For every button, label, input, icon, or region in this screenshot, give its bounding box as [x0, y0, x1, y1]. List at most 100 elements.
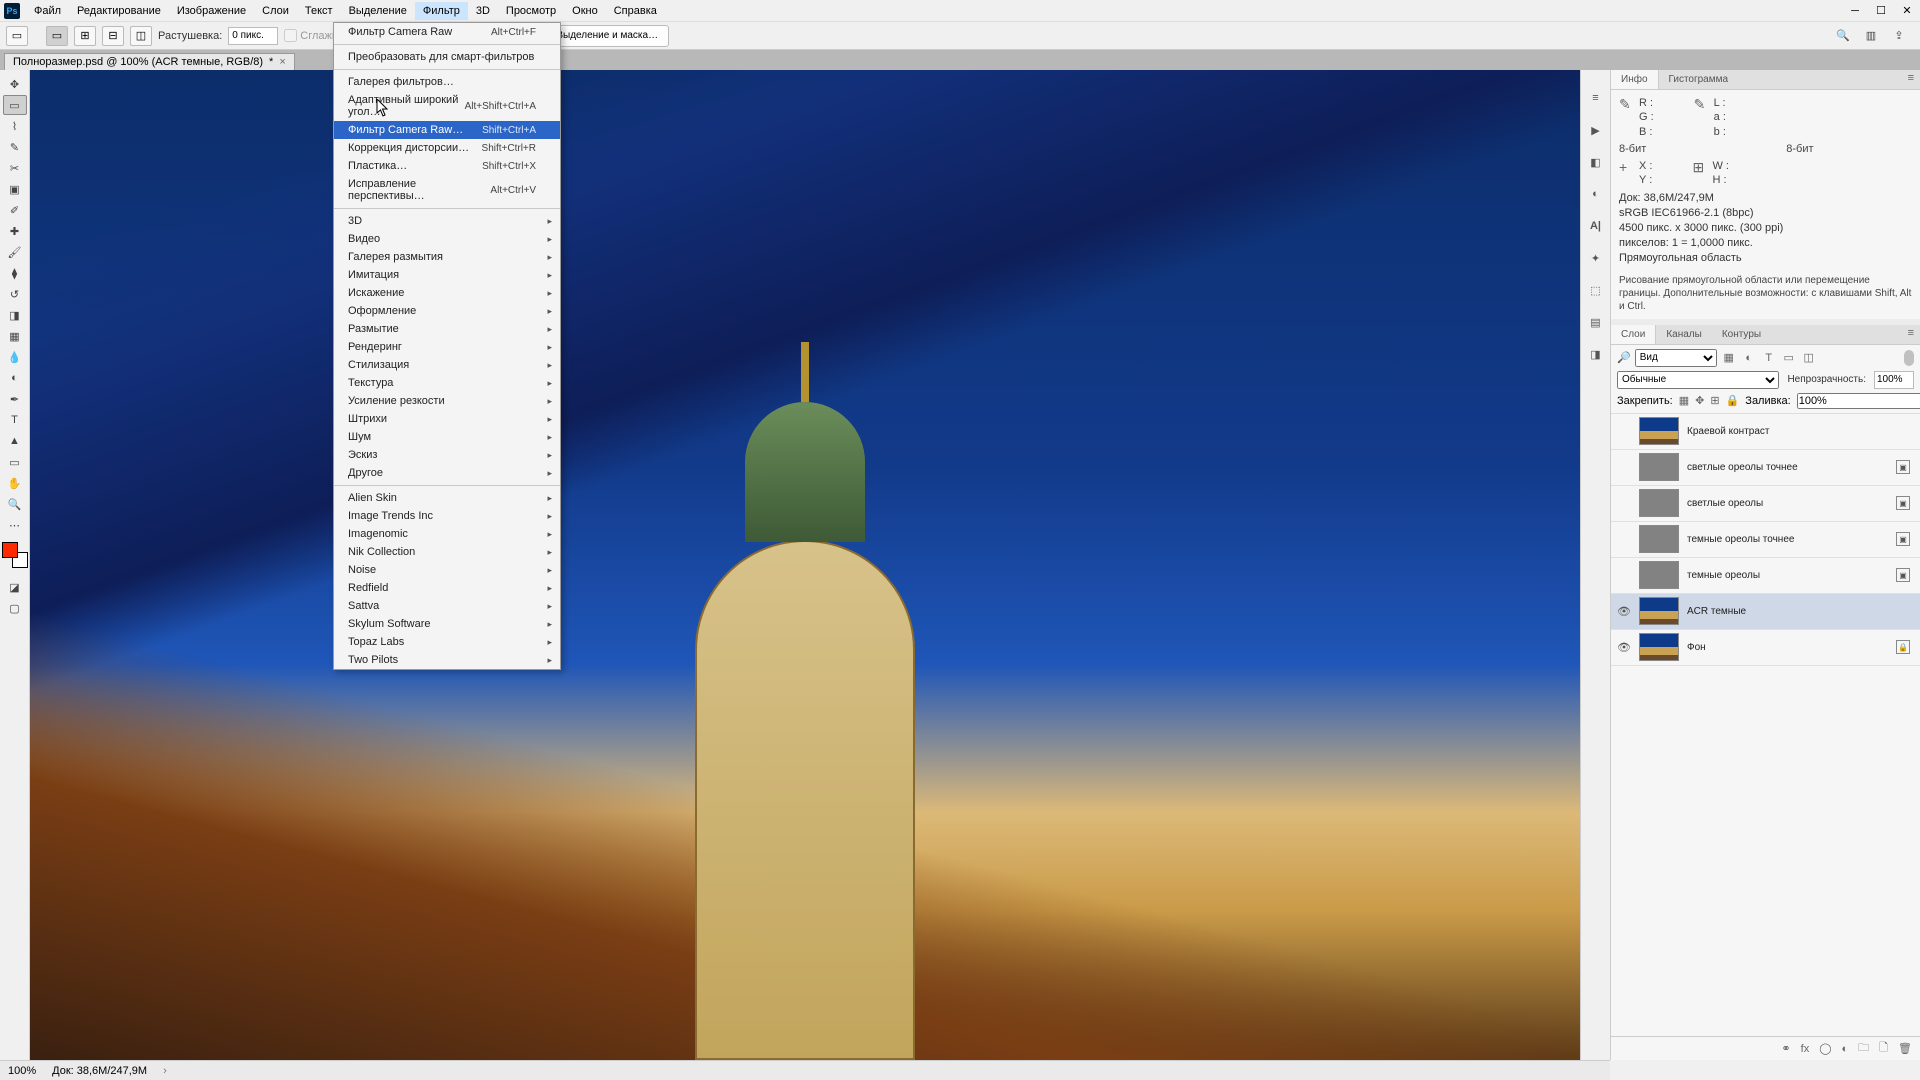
- menuitem[interactable]: Другое: [334, 464, 560, 482]
- menuitem[interactable]: Размытие: [334, 320, 560, 338]
- menuitem[interactable]: Skylum Software: [334, 615, 560, 633]
- menuitem[interactable]: Стилизация: [334, 356, 560, 374]
- layer-row[interactable]: светлые ореолы точнее▣: [1611, 450, 1920, 486]
- layer-row[interactable]: Краевой контраст: [1611, 414, 1920, 450]
- frame-tool[interactable]: ▣: [3, 179, 27, 199]
- document-tab[interactable]: Полноразмер.psd @ 100% (ACR темные, RGB/…: [4, 53, 295, 70]
- menuitem[interactable]: Шум: [334, 428, 560, 446]
- new-layer-icon[interactable]: 🗋: [1879, 1039, 1888, 1058]
- marquee-rect-icon[interactable]: ▭: [46, 26, 68, 46]
- status-chevron-icon[interactable]: ›: [163, 1065, 167, 1077]
- delete-layer-icon[interactable]: 🗑: [1898, 1042, 1912, 1055]
- actions-panel-icon[interactable]: ▶: [1586, 120, 1606, 140]
- navigator-panel-icon[interactable]: ◨: [1586, 344, 1606, 364]
- move-tool[interactable]: ✥: [3, 74, 27, 94]
- visibility-icon[interactable]: 👁: [1617, 641, 1631, 654]
- shape-tool[interactable]: ▭: [3, 452, 27, 472]
- menuitem[interactable]: Imagenomic: [334, 525, 560, 543]
- eyedropper-tool[interactable]: ✐: [3, 200, 27, 220]
- tab-paths[interactable]: Контуры: [1712, 325, 1771, 344]
- feather-input[interactable]: [228, 27, 278, 45]
- share-icon[interactable]: ⇪: [1890, 27, 1908, 45]
- type-tool[interactable]: T: [3, 410, 27, 430]
- menuitem[interactable]: Эскиз: [334, 446, 560, 464]
- layer-row[interactable]: темные ореолы▣: [1611, 558, 1920, 594]
- 3d-panel-icon[interactable]: ⬚: [1586, 280, 1606, 300]
- tab-info[interactable]: Инфо: [1611, 70, 1659, 89]
- menuitem[interactable]: 3D: [334, 212, 560, 230]
- lock-position-icon[interactable]: ✥: [1695, 394, 1704, 408]
- smart-filter-icon[interactable]: ▣: [1896, 496, 1910, 510]
- menuitem[interactable]: Noise: [334, 561, 560, 579]
- layer-filter-select[interactable]: Вид: [1635, 349, 1717, 367]
- marquee-subtract-icon[interactable]: ⊟: [102, 26, 124, 46]
- foreground-color[interactable]: [2, 542, 18, 558]
- menuitem[interactable]: Image Trends Inc: [334, 507, 560, 525]
- layer-row[interactable]: светлые ореолы▣: [1611, 486, 1920, 522]
- quickmask-tool[interactable]: ◪: [3, 577, 27, 597]
- fill-input[interactable]: [1797, 393, 1920, 409]
- adjustment-layer-icon[interactable]: ◐: [1842, 1043, 1849, 1055]
- history-panel-icon[interactable]: ≡: [1586, 88, 1606, 108]
- quick-select-tool[interactable]: ✎: [3, 137, 27, 157]
- crop-tool[interactable]: ✂: [3, 158, 27, 178]
- opacity-input[interactable]: [1874, 371, 1914, 389]
- lock-pixels-icon[interactable]: ▦: [1679, 394, 1689, 408]
- menuitem[interactable]: Пластика…Shift+Ctrl+X: [334, 157, 560, 175]
- menuitem[interactable]: Имитация: [334, 266, 560, 284]
- eraser-tool[interactable]: ◨: [3, 305, 27, 325]
- menuitem[interactable]: Nik Collection: [334, 543, 560, 561]
- menuitem[interactable]: Штрихи: [334, 410, 560, 428]
- filter-pixel-icon[interactable]: ▦: [1721, 350, 1737, 366]
- link-layers-icon[interactable]: ⚭: [1781, 1042, 1790, 1055]
- layer-fx-icon[interactable]: fx: [1801, 1043, 1810, 1055]
- visibility-icon[interactable]: 👁: [1617, 605, 1631, 618]
- edit-toolbar[interactable]: ⋯: [3, 515, 27, 535]
- menuitem[interactable]: Галерея размытия: [334, 248, 560, 266]
- dodge-tool[interactable]: ◐: [3, 368, 27, 388]
- history-brush-tool[interactable]: ↺: [3, 284, 27, 304]
- layer-row[interactable]: 👁Фон🔒: [1611, 630, 1920, 666]
- workspace-icon[interactable]: ▥: [1862, 27, 1880, 45]
- zoom-level[interactable]: 100%: [8, 1065, 36, 1077]
- tool-preset-icon[interactable]: ▭: [6, 26, 28, 46]
- menuitem[interactable]: Коррекция дисторсии…Shift+Ctrl+R: [334, 139, 560, 157]
- filter-shape-icon[interactable]: ▭: [1781, 350, 1797, 366]
- smart-filter-icon[interactable]: ▣: [1896, 532, 1910, 546]
- menuitem[interactable]: Topaz Labs: [334, 633, 560, 651]
- menu-текст[interactable]: Текст: [297, 2, 341, 20]
- tab-histogram[interactable]: Гистограмма: [1659, 70, 1739, 89]
- layer-row[interactable]: 👁ACR темные: [1611, 594, 1920, 630]
- menu-файл[interactable]: Файл: [26, 2, 69, 20]
- zoom-tool[interactable]: 🔍: [3, 494, 27, 514]
- healing-tool[interactable]: ✚: [3, 221, 27, 241]
- filter-toggle[interactable]: [1904, 350, 1914, 366]
- menuitem[interactable]: Redfield: [334, 579, 560, 597]
- menuitem[interactable]: Фильтр Camera RawAlt+Ctrl+F: [334, 23, 560, 41]
- menu-выделение[interactable]: Выделение: [341, 2, 415, 20]
- menu-окно[interactable]: Окно: [564, 2, 606, 20]
- gradient-tool[interactable]: ▦: [3, 326, 27, 346]
- tab-layers[interactable]: Слои: [1611, 325, 1656, 344]
- filter-smart-icon[interactable]: ◫: [1801, 350, 1817, 366]
- menuitem[interactable]: Адаптивный широкий угол…Alt+Shift+Ctrl+A: [334, 91, 560, 121]
- marquee-tool[interactable]: ▭: [3, 95, 27, 115]
- tab-close-icon[interactable]: ×: [279, 56, 285, 68]
- marquee-intersect-icon[interactable]: ◫: [130, 26, 152, 46]
- layers-menu-icon[interactable]: ≡: [1902, 325, 1920, 344]
- lock-artboard-icon[interactable]: ⊞: [1710, 394, 1719, 408]
- menuitem[interactable]: Галерея фильтров…: [334, 73, 560, 91]
- smart-filter-icon[interactable]: ▣: [1896, 460, 1910, 474]
- styles-panel-icon[interactable]: ✦: [1586, 248, 1606, 268]
- menuitem[interactable]: Текстура: [334, 374, 560, 392]
- lasso-tool[interactable]: ⌇: [3, 116, 27, 136]
- menu-3d[interactable]: 3D: [468, 2, 498, 20]
- color-swatches[interactable]: [2, 542, 28, 568]
- lock-all-icon[interactable]: 🔒: [1726, 394, 1740, 408]
- blur-tool[interactable]: 💧: [3, 347, 27, 367]
- path-select-tool[interactable]: ▲: [3, 431, 27, 451]
- menuitem[interactable]: Фильтр Camera Raw…Shift+Ctrl+A: [334, 121, 560, 139]
- libraries-panel-icon[interactable]: ▤: [1586, 312, 1606, 332]
- blend-mode-select[interactable]: Обычные: [1617, 371, 1779, 389]
- menuitem[interactable]: Two Pilots: [334, 651, 560, 669]
